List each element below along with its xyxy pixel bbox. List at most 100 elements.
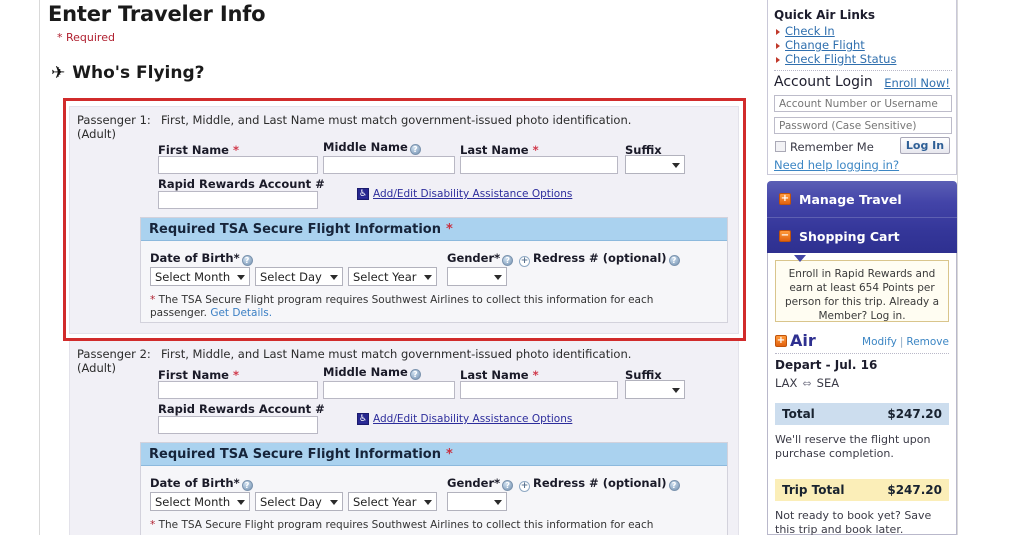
depart-title: Depart - Jul. 16 [775, 358, 878, 372]
help-icon-dob-2[interactable]: ? [241, 480, 253, 491]
account-login-title: Account Login [774, 74, 873, 90]
quick-link-change-flight[interactable]: Change Flight [785, 38, 865, 52]
passenger-2-panel: Passenger 2: (Adult) First, Middle, and … [69, 340, 739, 535]
promo-text: Enroll in Rapid Rewards and earn at leas… [784, 268, 940, 322]
dob-year-select-2[interactable]: Select Year [348, 492, 437, 511]
remember-me-label: Remember Me [790, 140, 874, 154]
redress-label-1: + Redress # (optional)? [519, 251, 680, 267]
air-divider [775, 353, 949, 354]
plus-icon-redress-2[interactable]: + [519, 481, 530, 492]
help-icon-gender-2[interactable]: ? [502, 480, 514, 491]
dob-day-select-1[interactable]: Select Day [255, 267, 343, 286]
disability-assistance-link-2[interactable]: ♿ Add/Edit Disability Assistance Options [357, 413, 572, 425]
suffix-select-1[interactable] [625, 155, 685, 174]
passenger-1-note: First, Middle, and Last Name must match … [161, 113, 632, 127]
last-name-input-1[interactable] [460, 156, 618, 174]
dob-day-select-2[interactable]: Select Day [255, 492, 343, 511]
chevron-down-icon-day-2 [330, 499, 338, 505]
bullet-icon-check-in [776, 29, 780, 35]
help-icon-middle-name-1[interactable]: ? [409, 144, 421, 155]
first-name-input-1[interactable] [158, 156, 318, 174]
total-label: Total [782, 407, 815, 421]
air-section-label: + Air [775, 331, 816, 350]
middle-name-input-1[interactable] [323, 156, 455, 174]
right-sidebar: Quick Air Links Check In Change Flight C… [767, 0, 957, 535]
get-details-link-1[interactable]: Get Details. [210, 307, 272, 319]
plus-icon-redress-1[interactable]: + [519, 256, 530, 267]
shopping-cart-row[interactable]: − Shopping Cart [767, 218, 957, 254]
trip-total-row: Trip Total $247.20 [775, 479, 949, 501]
gender-select-2[interactable] [447, 492, 507, 511]
chevron-down-icon-month-2 [237, 499, 245, 505]
help-icon-gender-1[interactable]: ? [502, 255, 514, 266]
disability-assistance-link-1[interactable]: ♿ Add/Edit Disability Assistance Options [357, 188, 572, 200]
dob-year-select-1[interactable]: Select Year [348, 267, 437, 286]
passenger-1-type: (Adult) [77, 127, 116, 141]
wheelchair-icon-1: ♿ [357, 188, 369, 200]
log-in-button[interactable]: Log In [900, 137, 950, 154]
middle-name-input-2[interactable] [323, 381, 455, 399]
bullet-icon-check-flight-status [776, 57, 780, 63]
rapid-rewards-label-1: Rapid Rewards Account # [158, 177, 325, 191]
dob-month-select-2[interactable]: Select Month [150, 492, 250, 511]
help-icon-redress-2[interactable]: ? [668, 480, 680, 491]
chevron-down-icon-year-2 [424, 499, 432, 505]
need-help-logging-in-link[interactable]: Need help logging in? [774, 158, 899, 172]
chevron-down-icon-year-1 [424, 274, 432, 280]
trip-total-value: $247.20 [887, 483, 942, 497]
first-name-input-2[interactable] [158, 381, 318, 399]
tsa-footnote-1: * The TSA Secure Flight program requires… [150, 294, 654, 319]
passenger-2-label: Passenger 2: (Adult) [77, 347, 151, 375]
help-icon-dob-1[interactable]: ? [241, 255, 253, 266]
required-note: * Required [57, 31, 115, 44]
last-name-input-2[interactable] [460, 381, 618, 399]
page-title: Enter Traveler Info [48, 2, 266, 26]
promo-callout-tail [794, 255, 806, 262]
gender-label-1: Gender*? [447, 251, 514, 266]
rapid-rewards-label-2: Rapid Rewards Account # [158, 402, 325, 416]
help-icon-redress-1[interactable]: ? [668, 255, 680, 266]
modify-link[interactable]: Modify [862, 336, 897, 348]
passenger-1-panel: Passenger 1: (Adult) First, Middle, and … [69, 106, 739, 334]
chevron-down-icon-day-1 [330, 274, 338, 280]
chevron-down-icon-gender-2 [494, 499, 502, 505]
chevron-down-icon-month-1 [237, 274, 245, 280]
remember-me-checkbox[interactable] [775, 141, 786, 152]
quick-air-links-panel: Quick Air Links Check In Change Flight C… [767, 0, 957, 175]
enroll-now-link[interactable]: Enroll Now! [884, 76, 950, 90]
quick-link-check-in[interactable]: Check In [785, 24, 835, 38]
shopping-cart-label: Shopping Cart [799, 228, 900, 244]
manage-travel-row[interactable]: + Manage Travel [767, 181, 957, 217]
quick-link-check-flight-status[interactable]: Check Flight Status [785, 52, 896, 66]
total-row: Total $247.20 [775, 403, 949, 425]
dob-month-select-1[interactable]: Select Month [150, 267, 250, 286]
page-right-margin [958, 0, 1024, 535]
passenger-1-number: Passenger 1: [77, 113, 151, 127]
blue-nav-panel: + Manage Travel − Shopping Cart [767, 181, 957, 253]
first-name-label-1: First Name * [158, 143, 240, 157]
remove-link[interactable]: Remove [906, 336, 949, 348]
password-input[interactable] [774, 117, 952, 134]
last-name-label-2: Last Name * [460, 368, 539, 382]
total-value: $247.20 [887, 407, 942, 421]
route-summary: LAX ⇔ SEA [775, 376, 839, 390]
airplane-icon: ✈ [51, 62, 66, 83]
dob-label-2: Date of Birth*? [150, 476, 253, 491]
account-number-input[interactable] [774, 95, 952, 112]
rapid-rewards-input-2[interactable] [158, 416, 318, 434]
gender-select-1[interactable] [447, 267, 507, 286]
gender-label-2: Gender*? [447, 476, 514, 491]
passenger-2-type: (Adult) [77, 361, 116, 375]
rapid-rewards-input-1[interactable] [158, 191, 318, 209]
wheelchair-icon-2: ♿ [357, 413, 369, 425]
shopping-cart-panel: Enroll in Rapid Rewards and earn at leas… [767, 253, 957, 535]
origin-code: LAX [775, 376, 798, 390]
section-heading-label: Who's Flying? [72, 63, 205, 83]
tsa-header-2: Required TSA Secure Flight Information * [141, 443, 727, 466]
suffix-select-2[interactable] [625, 380, 685, 399]
plus-square-icon-manage-travel: + [779, 193, 791, 205]
help-icon-middle-name-2[interactable]: ? [409, 369, 421, 380]
section-heading-whos-flying: ✈ Who's Flying? [51, 63, 205, 83]
save-trip-note: Not ready to book yet? Save this trip an… [775, 509, 932, 535]
plus-square-icon-air[interactable]: + [775, 334, 787, 347]
